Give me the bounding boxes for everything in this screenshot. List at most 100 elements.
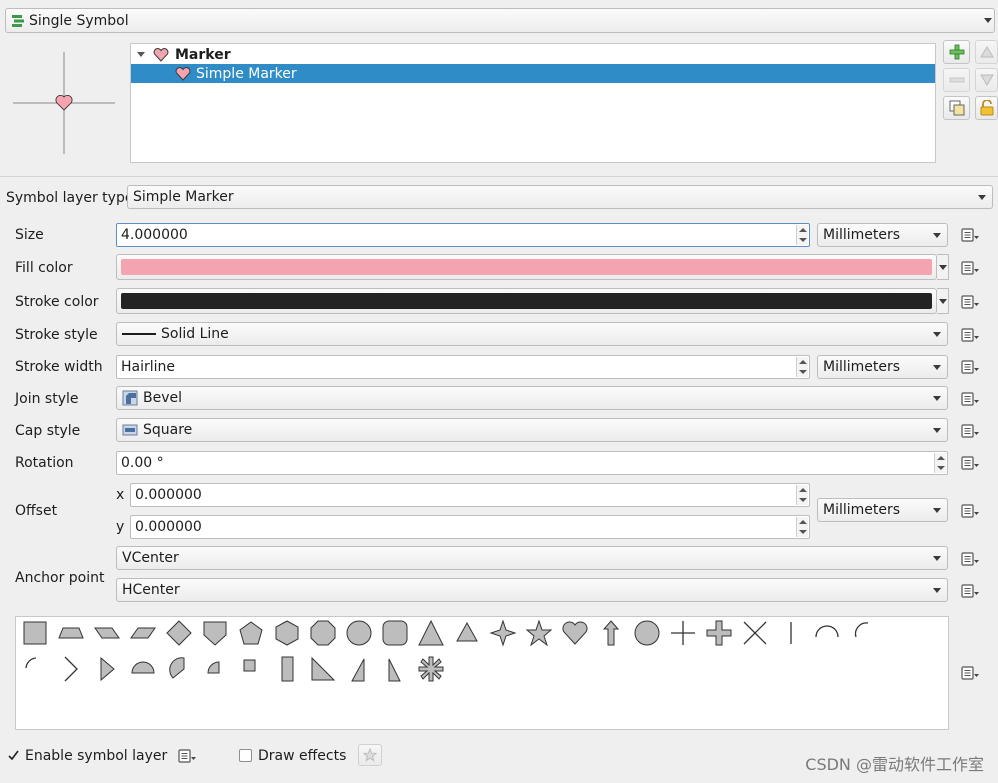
anchor-horizontal-combo[interactable]: HCenter [116,578,948,602]
single-symbol-icon [11,14,25,28]
offset-data-defined-button[interactable] [957,499,983,523]
enable-layer-data-defined-button[interactable] [174,744,200,768]
chevron-down-icon [984,18,992,23]
anchor-vertical-data-defined-button[interactable] [957,547,983,571]
offset-x-input[interactable]: 0.000000 [130,483,810,507]
renderer-combo[interactable]: Single Symbol [5,8,995,33]
cross2-shape-icon[interactable] [740,618,770,648]
rotation-spinner[interactable] [934,453,946,473]
rounded-square-shape-icon[interactable] [380,618,410,648]
decagon-shape-icon[interactable] [344,618,374,648]
enable-symbol-layer-checkbox[interactable] [7,749,20,762]
add-layer-button[interactable] [943,40,970,64]
rotation-input[interactable]: 0.00 ° [116,451,948,475]
tree-item-label: Marker [175,46,231,63]
pentagon-shape-icon[interactable] [236,618,266,648]
chevron-down-icon [933,332,941,337]
stroke-color-dropdown[interactable] [937,288,949,314]
arrowhead-shape-icon[interactable] [56,654,86,684]
cross-shape-icon[interactable] [668,618,698,648]
quarter-square-shape-icon[interactable] [236,654,266,684]
semi-arc-shape-icon[interactable] [812,618,842,648]
size-input[interactable]: 4.000000 [116,223,810,247]
third-arc-shape-icon[interactable] [848,618,878,648]
filled-arrowhead-shape-icon[interactable] [92,654,122,684]
shield-shape-icon[interactable] [200,618,230,648]
join-style-data-defined-button[interactable] [957,387,983,411]
join-style-combo[interactable]: Bevel [116,386,948,410]
move-up-button[interactable] [975,40,998,64]
diagonal-half-square-shape-icon[interactable] [308,654,338,684]
stroke-width-spinner[interactable] [796,357,808,377]
fill-color-button[interactable] [116,254,937,280]
diamond-shape-icon[interactable] [164,618,194,648]
data-defined-override-icon [960,551,980,567]
size-unit-combo[interactable]: Millimeters [817,223,948,247]
stroke-width-input[interactable]: Hairline [116,355,810,379]
stroke-style-combo[interactable]: Solid Line [116,322,948,346]
effects-settings-button[interactable] [358,744,382,766]
octagon-shape-icon[interactable] [308,618,338,648]
data-defined-override-icon [960,583,980,599]
heart-shape-icon[interactable] [560,618,590,648]
preview-divider [0,176,998,177]
half-square-shape-icon[interactable] [272,654,302,684]
trapezoid-shape-icon[interactable] [56,618,86,648]
renderer-combo-value: Single Symbol [29,12,129,29]
third-circle-shape-icon[interactable] [164,654,194,684]
asterisk-fill-shape-icon[interactable] [416,654,446,684]
stroke-style-data-defined-button[interactable] [957,323,983,347]
cap-style-data-defined-button[interactable] [957,419,983,443]
tree-item-marker[interactable]: Marker [131,45,935,64]
rotation-data-defined-button[interactable] [957,451,983,475]
size-data-defined-button[interactable] [957,223,983,247]
draw-effects-checkbox[interactable] [239,749,252,762]
chevron-down-icon [933,233,941,238]
triangle-shape-icon[interactable] [416,618,446,648]
remove-layer-button[interactable] [943,68,970,92]
square-shape-icon[interactable] [20,618,50,648]
parallelogram-left-shape-icon[interactable] [128,618,158,648]
star-diamond-shape-icon[interactable] [488,618,518,648]
offset-x-spinner[interactable] [796,485,808,505]
line-shape-icon[interactable] [776,618,806,648]
right-half-triangle-shape-icon[interactable] [344,654,374,684]
size-spinner[interactable] [796,225,808,245]
circle-shape-icon[interactable] [632,618,662,648]
rotation-label: Rotation [15,455,74,471]
offset-y-spinner[interactable] [796,517,808,537]
offset-unit-combo[interactable]: Millimeters [817,498,948,522]
duplicate-layer-button[interactable] [943,96,970,120]
cross-fill-shape-icon[interactable] [704,618,734,648]
shape-data-defined-button[interactable] [957,661,983,685]
data-defined-override-icon [960,294,980,310]
tree-item-simple-marker[interactable]: Simple Marker [131,64,935,83]
parallelogram-right-shape-icon[interactable] [92,618,122,648]
shape-palette[interactable] [15,616,949,730]
hexagon-shape-icon[interactable] [272,618,302,648]
quarter-arc-shape-icon[interactable] [20,654,50,684]
anchor-vertical-combo[interactable]: VCenter [116,546,948,570]
semicircle-shape-icon[interactable] [128,654,158,684]
equilateral-triangle-shape-icon[interactable] [452,618,482,648]
arrow-shape-icon[interactable] [596,618,626,648]
enable-symbol-layer-label: Enable symbol layer [25,748,168,764]
expand-arrow-icon[interactable] [137,52,145,57]
symbol-layer-type-combo[interactable]: Simple Marker [127,185,993,209]
stroke-width-unit-combo[interactable]: Millimeters [817,355,948,379]
chevron-down-icon [978,195,986,200]
move-down-button[interactable] [975,68,998,92]
symbol-layer-tree[interactable]: Marker Simple Marker [130,43,936,163]
lock-layer-button[interactable] [975,96,998,120]
left-half-triangle-shape-icon[interactable] [380,654,410,684]
stroke-color-button[interactable] [116,288,937,314]
quarter-circle-shape-icon[interactable] [200,654,230,684]
fill-color-data-defined-button[interactable] [957,256,983,280]
offset-y-input[interactable]: 0.000000 [130,515,810,539]
star-shape-icon[interactable] [524,618,554,648]
fill-color-dropdown[interactable] [937,254,949,280]
cap-style-combo[interactable]: Square [116,418,948,442]
anchor-horizontal-data-defined-button[interactable] [957,579,983,603]
stroke-width-data-defined-button[interactable] [957,355,983,379]
stroke-color-data-defined-button[interactable] [957,290,983,314]
